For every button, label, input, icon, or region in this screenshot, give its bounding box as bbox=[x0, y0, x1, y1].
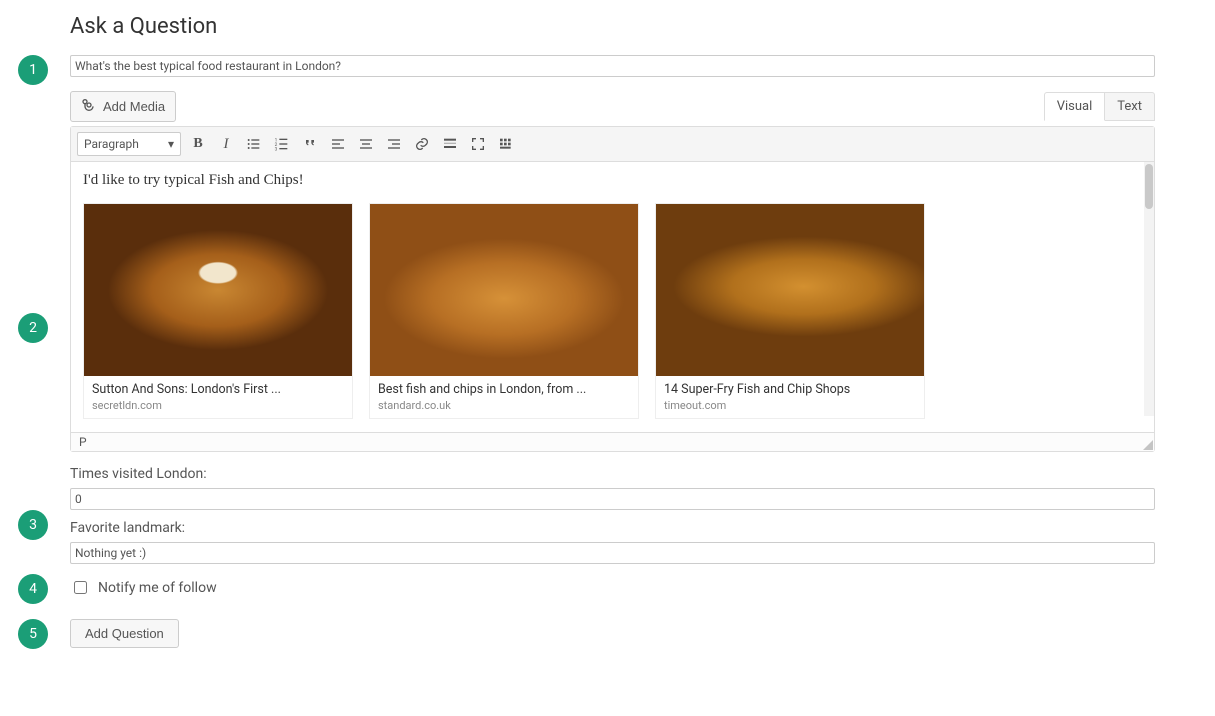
question-title-input[interactable] bbox=[70, 55, 1155, 77]
image-caption: Best fish and chips in London, from ... bbox=[370, 376, 638, 397]
visits-input[interactable] bbox=[70, 488, 1155, 510]
fullscreen-button[interactable] bbox=[467, 133, 489, 155]
image-thumbnail bbox=[370, 204, 638, 376]
media-icon bbox=[81, 97, 97, 116]
image-source: timeout.com bbox=[656, 397, 924, 418]
image-caption: Sutton And Sons: London's First ... bbox=[84, 376, 352, 397]
tab-visual[interactable]: Visual bbox=[1044, 92, 1106, 121]
link-button[interactable] bbox=[411, 133, 433, 155]
notify-label: Notify me of follow bbox=[98, 580, 217, 596]
align-right-button[interactable] bbox=[383, 133, 405, 155]
chevron-down-icon: ▾ bbox=[168, 137, 174, 151]
image-source: standard.co.uk bbox=[370, 397, 638, 418]
landmark-input[interactable] bbox=[70, 542, 1155, 564]
block-format-label: Paragraph bbox=[84, 137, 139, 151]
read-more-button[interactable] bbox=[439, 133, 461, 155]
editor-body-text: I'd like to try typical Fish and Chips! bbox=[83, 172, 1142, 189]
visits-label: Times visited London: bbox=[70, 466, 1155, 482]
add-media-label: Add Media bbox=[103, 99, 165, 114]
tab-text[interactable]: Text bbox=[1105, 92, 1155, 121]
editor-body[interactable]: I'd like to try typical Fish and Chips! … bbox=[71, 162, 1154, 432]
image-caption: 14 Super-Fry Fish and Chip Shops bbox=[656, 376, 924, 397]
step-badge-2: 2 bbox=[18, 313, 48, 343]
editor-scrollbar[interactable] bbox=[1144, 162, 1154, 416]
bullet-list-button[interactable] bbox=[243, 133, 265, 155]
step-badge-5: 5 bbox=[18, 619, 48, 649]
numbered-list-button[interactable]: 123 bbox=[271, 133, 293, 155]
landmark-label: Favorite landmark: bbox=[70, 520, 1155, 536]
image-card[interactable]: Sutton And Sons: London's First ... secr… bbox=[83, 203, 353, 419]
image-thumbnail bbox=[656, 204, 924, 376]
italic-button[interactable]: I bbox=[215, 133, 237, 155]
step-badge-1: 1 bbox=[18, 55, 48, 85]
editor-scrollbar-thumb[interactable] bbox=[1145, 164, 1153, 209]
block-format-select[interactable]: Paragraph ▾ bbox=[77, 132, 181, 156]
image-thumbnail bbox=[84, 204, 352, 376]
add-media-button[interactable]: Add Media bbox=[70, 91, 176, 122]
notify-checkbox[interactable] bbox=[74, 581, 87, 594]
image-card[interactable]: 14 Super-Fry Fish and Chip Shops timeout… bbox=[655, 203, 925, 419]
align-center-button[interactable] bbox=[355, 133, 377, 155]
image-card[interactable]: Best fish and chips in London, from ... … bbox=[369, 203, 639, 419]
step-badge-3: 3 bbox=[18, 510, 48, 540]
editor-toolbar: Paragraph ▾ B I 123 bbox=[71, 127, 1154, 162]
image-source: secretldn.com bbox=[84, 397, 352, 418]
align-left-button[interactable] bbox=[327, 133, 349, 155]
blockquote-button[interactable] bbox=[299, 133, 321, 155]
step-badge-4: 4 bbox=[18, 574, 48, 604]
editor-path: P bbox=[79, 435, 87, 449]
page-title: Ask a Question bbox=[70, 14, 1155, 39]
notify-row[interactable]: Notify me of follow bbox=[70, 578, 1155, 597]
bold-button[interactable]: B bbox=[187, 133, 209, 155]
toolbar-toggle-button[interactable] bbox=[495, 133, 517, 155]
add-question-button[interactable]: Add Question bbox=[70, 619, 179, 648]
resize-handle-icon[interactable] bbox=[1143, 440, 1153, 450]
svg-text:3: 3 bbox=[275, 147, 278, 152]
editor-statusbar: P bbox=[71, 432, 1154, 451]
